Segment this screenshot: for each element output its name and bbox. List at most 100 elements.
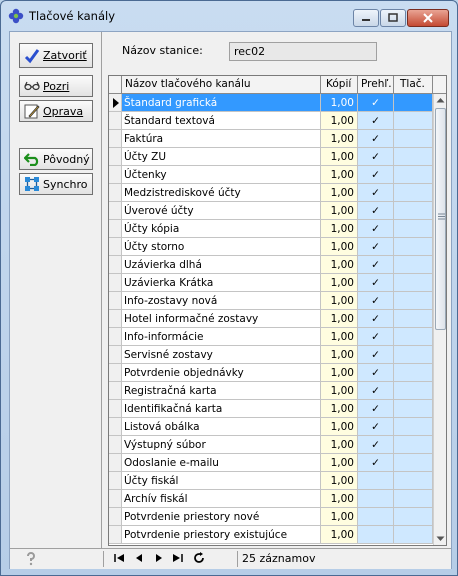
table-row[interactable]: Potvrdenie priestory existujúce 1,00 <box>109 526 433 544</box>
preview-cell[interactable]: ✓ <box>358 454 394 472</box>
channel-name-cell[interactable]: Info-informácie <box>122 328 321 346</box>
header-print[interactable]: Tlač. <box>394 76 433 93</box>
preview-cell[interactable] <box>358 526 394 544</box>
channel-name-cell[interactable]: Úverové účty <box>122 202 321 220</box>
row-indicator[interactable] <box>109 418 122 436</box>
row-indicator[interactable] <box>109 328 122 346</box>
close-button[interactable]: Zatvoriť <box>19 43 93 68</box>
preview-cell[interactable]: ✓ <box>358 274 394 292</box>
channel-name-cell[interactable]: Uzávierka Krátka <box>122 274 321 292</box>
channel-name-cell[interactable]: Registračná karta <box>122 382 321 400</box>
preview-cell[interactable]: ✓ <box>358 94 394 112</box>
row-indicator[interactable] <box>109 382 122 400</box>
print-cell[interactable] <box>394 526 433 544</box>
copies-cell[interactable]: 1,00 <box>321 472 358 490</box>
close-window-button[interactable] <box>407 9 449 27</box>
print-cell[interactable] <box>394 436 433 454</box>
preview-cell[interactable]: ✓ <box>358 418 394 436</box>
print-cell[interactable] <box>394 256 433 274</box>
copies-cell[interactable]: 1,00 <box>321 202 358 220</box>
print-cell[interactable] <box>394 454 433 472</box>
header-channel-name[interactable]: Názov tlačového kanálu <box>122 76 321 93</box>
copies-cell[interactable]: 1,00 <box>321 238 358 256</box>
print-cell[interactable] <box>394 292 433 310</box>
vertical-scrollbar[interactable] <box>433 94 446 545</box>
row-indicator[interactable] <box>109 220 122 238</box>
table-row[interactable]: Medzistrediskové účty 1,00 ✓ <box>109 184 433 202</box>
table-row[interactable]: Potvrdenie objednávky 1,00 ✓ <box>109 364 433 382</box>
preview-cell[interactable]: ✓ <box>358 364 394 382</box>
row-indicator[interactable] <box>109 346 122 364</box>
table-row[interactable]: Registračná karta 1,00 ✓ <box>109 382 433 400</box>
row-indicator[interactable] <box>109 112 122 130</box>
next-record-icon[interactable] <box>154 552 164 564</box>
channel-name-cell[interactable]: Účtenky <box>122 166 321 184</box>
channel-name-cell[interactable]: Servisné zostavy <box>122 346 321 364</box>
header-preview[interactable]: Prehľ. <box>358 76 394 93</box>
channel-name-cell[interactable]: Uzávierka dlhá <box>122 256 321 274</box>
row-indicator[interactable] <box>109 256 122 274</box>
original-button[interactable]: Pôvodný <box>19 148 93 170</box>
channel-name-cell[interactable]: Hotel informačné zostavy <box>122 310 321 328</box>
table-row[interactable]: Info-informácie 1,00 ✓ <box>109 328 433 346</box>
copies-cell[interactable]: 1,00 <box>321 454 358 472</box>
channel-name-cell[interactable]: Potvrdenie priestory nové <box>122 508 321 526</box>
copies-cell[interactable]: 1,00 <box>321 148 358 166</box>
row-indicator[interactable] <box>109 202 122 220</box>
preview-cell[interactable] <box>358 490 394 508</box>
row-indicator[interactable] <box>109 364 122 382</box>
print-cell[interactable] <box>394 310 433 328</box>
maximize-button[interactable] <box>380 9 406 27</box>
row-indicator[interactable] <box>109 148 122 166</box>
row-indicator[interactable] <box>109 166 122 184</box>
table-row[interactable]: Odoslanie e-mailu 1,00 ✓ <box>109 454 433 472</box>
table-row[interactable]: Identifikačná karta 1,00 ✓ <box>109 400 433 418</box>
print-cell[interactable] <box>394 112 433 130</box>
help-question-icon[interactable] <box>25 552 37 566</box>
channel-name-cell[interactable]: Odoslanie e-mailu <box>122 454 321 472</box>
scroll-down-icon[interactable] <box>436 536 445 542</box>
table-row[interactable]: Archív fiskál 1,00 <box>109 490 433 508</box>
print-cell[interactable] <box>394 328 433 346</box>
channel-name-cell[interactable]: Medzistrediskové účty <box>122 184 321 202</box>
print-cell[interactable] <box>394 94 433 112</box>
preview-cell[interactable]: ✓ <box>358 328 394 346</box>
row-indicator[interactable] <box>109 238 122 256</box>
preview-cell[interactable]: ✓ <box>358 256 394 274</box>
copies-cell[interactable]: 1,00 <box>321 400 358 418</box>
print-cell[interactable] <box>394 130 433 148</box>
copies-cell[interactable]: 1,00 <box>321 184 358 202</box>
table-row[interactable]: Štandard grafická 1,00 ✓ <box>109 94 433 112</box>
table-row[interactable]: Listová obálka 1,00 ✓ <box>109 418 433 436</box>
row-indicator[interactable] <box>109 490 122 508</box>
print-cell[interactable] <box>394 274 433 292</box>
preview-cell[interactable]: ✓ <box>358 436 394 454</box>
scroll-up-icon[interactable] <box>436 97 445 103</box>
preview-cell[interactable]: ✓ <box>358 220 394 238</box>
table-row[interactable]: Účty fiskál 1,00 <box>109 472 433 490</box>
preview-cell[interactable]: ✓ <box>358 112 394 130</box>
print-cell[interactable] <box>394 418 433 436</box>
preview-cell[interactable]: ✓ <box>358 238 394 256</box>
sync-button[interactable]: Synchro <box>19 173 93 195</box>
channel-name-cell[interactable]: Potvrdenie objednávky <box>122 364 321 382</box>
preview-cell[interactable]: ✓ <box>358 184 394 202</box>
row-indicator[interactable] <box>109 526 122 544</box>
preview-cell[interactable] <box>358 508 394 526</box>
preview-cell[interactable]: ✓ <box>358 382 394 400</box>
header-copies[interactable]: Kópií <box>321 76 358 93</box>
copies-cell[interactable]: 1,00 <box>321 490 358 508</box>
preview-cell[interactable]: ✓ <box>358 346 394 364</box>
copies-cell[interactable]: 1,00 <box>321 256 358 274</box>
print-cell[interactable] <box>394 220 433 238</box>
copies-cell[interactable]: 1,00 <box>321 418 358 436</box>
edit-button[interactable]: Oprava <box>19 100 93 122</box>
print-cell[interactable] <box>394 184 433 202</box>
print-cell[interactable] <box>394 490 433 508</box>
copies-cell[interactable]: 1,00 <box>321 274 358 292</box>
copies-cell[interactable]: 1,00 <box>321 346 358 364</box>
row-indicator[interactable] <box>109 94 122 112</box>
copies-cell[interactable]: 1,00 <box>321 508 358 526</box>
preview-cell[interactable]: ✓ <box>358 148 394 166</box>
copies-cell[interactable]: 1,00 <box>321 94 358 112</box>
